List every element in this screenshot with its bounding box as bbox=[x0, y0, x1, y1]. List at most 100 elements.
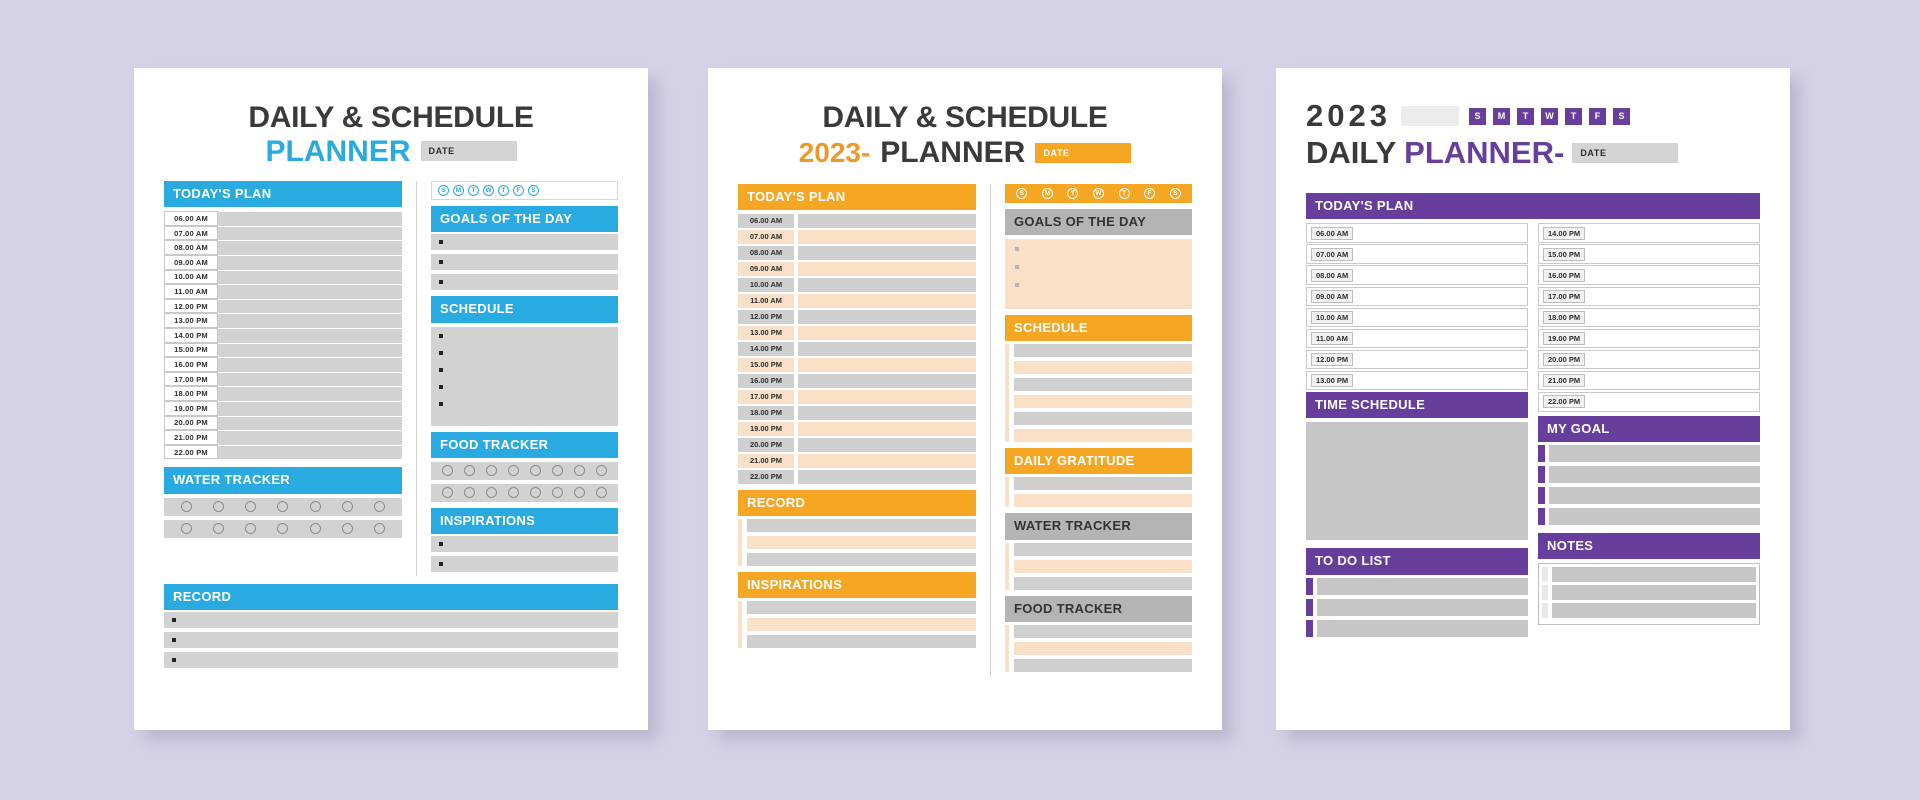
time-row[interactable]: 20.00 PM bbox=[164, 415, 403, 431]
weekday-circle[interactable]: T bbox=[1067, 187, 1079, 199]
tracker-circle[interactable] bbox=[374, 523, 386, 535]
entry-field[interactable] bbox=[1549, 444, 1760, 462]
record-row[interactable] bbox=[747, 536, 977, 550]
card1-time-list[interactable]: 06.00 AM 07.00 AM 08.00 AM 09.00 AM 10.00 AM… bbox=[164, 211, 403, 460]
tracker-circle[interactable] bbox=[573, 487, 585, 499]
time-entry-field[interactable] bbox=[218, 444, 403, 460]
water-tracker-row[interactable] bbox=[1013, 542, 1192, 556]
note-row[interactable] bbox=[1542, 603, 1756, 618]
card1-date-field[interactable]: DATE bbox=[420, 141, 517, 162]
tracker-circle[interactable] bbox=[464, 487, 476, 499]
card3-time-list-left[interactable]: 06.00 AM 07.00 AM 08.00 AM 09.00 AM 10.00 AM… bbox=[1306, 223, 1528, 391]
weekday-circle[interactable]: W bbox=[482, 185, 494, 196]
weekday-square[interactable]: F bbox=[1588, 107, 1606, 125]
inspiration-row[interactable] bbox=[430, 536, 618, 552]
entry-field[interactable] bbox=[1317, 577, 1528, 595]
time-row[interactable]: 17.00 PM bbox=[1538, 286, 1760, 307]
tracker-circle[interactable] bbox=[529, 465, 541, 477]
tracker-circle[interactable] bbox=[529, 487, 541, 499]
card2-schedule-rows[interactable] bbox=[1004, 344, 1192, 442]
time-entry-field[interactable] bbox=[218, 255, 403, 270]
time-row[interactable]: 21.00 PM bbox=[1538, 370, 1760, 391]
tracker-circle[interactable] bbox=[309, 523, 321, 535]
time-entry-field[interactable] bbox=[218, 313, 403, 328]
time-entry-field[interactable] bbox=[218, 298, 403, 314]
time-row[interactable]: 11.00 AM bbox=[738, 293, 977, 309]
card3-notes-rows[interactable] bbox=[1538, 563, 1760, 625]
tracker-circle[interactable] bbox=[551, 487, 563, 499]
time-entry-field[interactable] bbox=[218, 386, 403, 401]
time-row[interactable]: 19.00 PM bbox=[164, 400, 403, 416]
todo-row[interactable] bbox=[1306, 619, 1528, 637]
tracker-circle[interactable] bbox=[508, 487, 520, 499]
entry-field[interactable] bbox=[1549, 507, 1760, 525]
time-row[interactable]: 19.00 PM bbox=[1538, 328, 1760, 349]
water-tracker-row[interactable] bbox=[1013, 576, 1192, 590]
time-row[interactable]: 16.00 PM bbox=[1538, 265, 1760, 285]
tracker-circle[interactable] bbox=[245, 523, 257, 535]
record-row[interactable] bbox=[164, 632, 618, 649]
tracker-circle[interactable] bbox=[342, 501, 354, 513]
time-row[interactable]: 18.00 PM bbox=[164, 386, 403, 401]
tracker-circle[interactable] bbox=[180, 523, 192, 535]
tracker-circle[interactable] bbox=[245, 501, 257, 513]
time-row[interactable]: 20.00 PM bbox=[1538, 349, 1760, 370]
time-entry-field[interactable] bbox=[798, 277, 977, 293]
time-row[interactable]: 09.00 AM bbox=[164, 255, 403, 270]
time-entry-field[interactable] bbox=[798, 453, 977, 468]
tracker-circle[interactable] bbox=[277, 501, 289, 513]
entry-field[interactable] bbox=[1317, 619, 1528, 637]
schedule-row[interactable] bbox=[1013, 395, 1192, 408]
gratitude-row[interactable] bbox=[1013, 494, 1192, 508]
card2-inspirations-rows[interactable] bbox=[738, 601, 977, 649]
time-entry-field[interactable] bbox=[798, 373, 977, 388]
card2-daily-gratitude-rows[interactable] bbox=[1004, 477, 1192, 508]
tracker-circle[interactable] bbox=[595, 487, 607, 499]
time-row[interactable]: 16.00 PM bbox=[164, 357, 403, 372]
tracker-circle[interactable] bbox=[277, 523, 289, 535]
time-entry-field[interactable] bbox=[218, 269, 403, 285]
time-entry-field[interactable] bbox=[798, 341, 977, 357]
food-tracker-row[interactable] bbox=[430, 483, 618, 502]
tracker-circle[interactable] bbox=[595, 465, 607, 477]
schedule-row[interactable] bbox=[1013, 344, 1192, 357]
card3-time-list-right[interactable]: 14.00 PM 15.00 PM 16.00 PM 17.00 PM 18.00 PM… bbox=[1538, 223, 1760, 412]
weekday-square[interactable]: T bbox=[1516, 107, 1534, 125]
goal-row[interactable] bbox=[1538, 465, 1760, 483]
time-entry-field[interactable] bbox=[798, 389, 977, 404]
time-row[interactable]: 06.00 AM bbox=[164, 211, 403, 226]
weekday-square[interactable]: S bbox=[1468, 107, 1486, 125]
time-row[interactable]: 10.00 AM bbox=[738, 277, 977, 293]
weekday-circle[interactable]: F bbox=[1144, 187, 1156, 199]
card3-year-blank-field[interactable] bbox=[1400, 106, 1459, 126]
time-row[interactable]: 14.00 PM bbox=[164, 328, 403, 343]
weekday-circle[interactable]: S bbox=[437, 185, 449, 196]
time-entry-field[interactable] bbox=[798, 325, 977, 341]
card1-inspirations-rows[interactable] bbox=[430, 536, 618, 572]
time-entry-field[interactable] bbox=[218, 415, 403, 431]
time-entry-field[interactable] bbox=[798, 421, 977, 436]
time-entry-field[interactable] bbox=[218, 371, 403, 387]
schedule-row[interactable] bbox=[1013, 412, 1192, 425]
entry-field[interactable] bbox=[1549, 465, 1760, 483]
time-row[interactable]: 07.00 AM bbox=[164, 225, 403, 241]
card3-time-schedule-box[interactable] bbox=[1306, 422, 1528, 541]
time-row[interactable]: 11.00 AM bbox=[164, 284, 403, 299]
time-entry-field[interactable] bbox=[218, 240, 403, 256]
time-entry-field[interactable] bbox=[798, 245, 977, 261]
time-row[interactable]: 18.00 PM bbox=[1538, 307, 1760, 328]
time-row[interactable]: 20.00 PM bbox=[738, 437, 977, 452]
weekday-circle[interactable]: S bbox=[1169, 187, 1181, 199]
time-row[interactable]: 12.00 PM bbox=[164, 298, 403, 314]
todo-row[interactable] bbox=[1306, 577, 1528, 595]
tracker-circle[interactable] bbox=[309, 501, 321, 513]
card2-goals-box[interactable] bbox=[1004, 238, 1192, 309]
time-entry-field[interactable] bbox=[798, 213, 977, 229]
tracker-circle[interactable] bbox=[486, 465, 498, 477]
card1-water-tracker-rows[interactable] bbox=[164, 497, 403, 538]
weekday-circle[interactable]: T bbox=[497, 185, 509, 196]
entry-field[interactable] bbox=[1552, 567, 1756, 582]
note-row[interactable] bbox=[1542, 567, 1756, 582]
time-row[interactable]: 13.00 PM bbox=[1306, 370, 1528, 391]
schedule-row[interactable] bbox=[1013, 361, 1192, 374]
